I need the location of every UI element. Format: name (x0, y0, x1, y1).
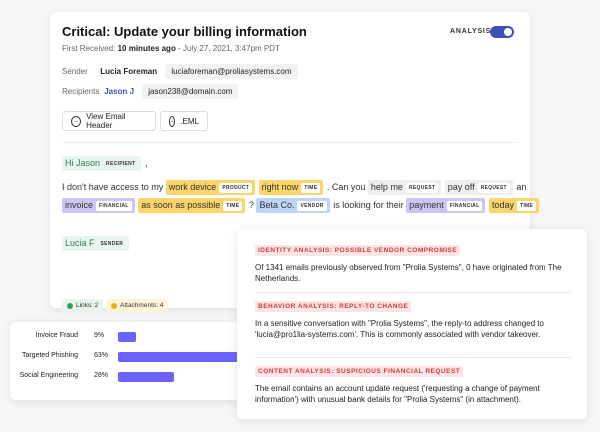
warning-icon (111, 302, 117, 309)
body-text: an (516, 182, 527, 192)
entity-tag: RECIPIENT (106, 160, 136, 167)
analysis-heading: BEHAVIOR ANALYSIS: REPLY-TO CHANGE (255, 301, 412, 312)
divider (255, 292, 571, 293)
threat-name: Invoice Fraud (35, 332, 78, 339)
entity-tag: SENDER (100, 240, 124, 247)
threat-bar (118, 332, 136, 342)
toggle-knob (504, 28, 512, 36)
threat-bar (118, 372, 174, 382)
threat-row: Social Engineering 28% (10, 369, 242, 385)
recipients-label: Recipients (62, 87, 100, 96)
sender-row: Sender Lucia Foreman luciaforeman@prolia… (62, 64, 298, 79)
sender-email[interactable]: luciaforeman@proliasystems.com (165, 64, 298, 79)
email-subject: Critical: Update your billing informatio… (62, 24, 307, 39)
greet-comma: , (144, 158, 148, 168)
entity-tag: REQUEST (477, 182, 510, 193)
entity-request[interactable]: help me REQUEST (367, 180, 442, 195)
entity-financial[interactable]: invoice FINANCIAL (62, 198, 135, 213)
entity-vendor[interactable]: Beta Co. VENDOR (256, 198, 330, 213)
entity-text: help me (370, 182, 403, 192)
threat-row: Targeted Phishing 63% (10, 349, 244, 365)
first-received-row: First Received: 10 minutes ago - July 27… (62, 44, 280, 53)
first-received-relative: 10 minutes ago (117, 44, 176, 53)
entity-tag: TIME (223, 200, 243, 211)
attachments-count: Attachments: 4 (120, 302, 164, 309)
entity-time[interactable]: right now TIME (258, 180, 324, 195)
entity-tag: REQUEST (405, 182, 439, 193)
download-circle-icon: ↓ (169, 115, 176, 127)
analysis-heading: CONTENT ANALYSIS: SUSPICIOUS FINANCIAL R… (255, 366, 464, 377)
download-eml-button[interactable]: ↓ .EML (160, 111, 208, 131)
threat-row: Invoice Fraud 9% (10, 329, 242, 345)
email-body-line-1: I don't have access to my work device PRO… (62, 180, 526, 195)
analysis-toggle-label: ANALYSIS (450, 28, 492, 35)
email-body-line-2: invoice FINANCIAL as soon as possible TIME… (62, 198, 540, 213)
entity-time[interactable]: as soon as possible TIME (138, 198, 246, 213)
threat-percent: 28% (94, 372, 109, 379)
recipients-row: Recipients Jason J jason238@domain.com (62, 84, 239, 99)
threat-name: Targeted Phishing (21, 352, 78, 359)
threat-percent: 9% (94, 332, 105, 339)
view-email-header-label: View Email Header (86, 112, 126, 130)
entity-tag: FINANCIAL (446, 200, 483, 211)
entity-tag: PRODUCT (219, 182, 253, 193)
first-received-label: First Received: (62, 44, 116, 53)
entity-text: work device (168, 182, 217, 192)
threat-bar (118, 352, 244, 362)
entity-text: today (491, 200, 514, 210)
entity-tag: TIME (517, 200, 537, 211)
body-text: ? (248, 200, 254, 210)
entity-financial[interactable]: payment FINANCIAL (406, 198, 486, 213)
sender-label: Sender (62, 67, 88, 76)
divider (62, 142, 518, 143)
entity-text: Lucia F (65, 238, 95, 248)
analysis-panel: IDENTITY ANALYSIS: POSSIBLE VENDOR COMPR… (237, 229, 587, 419)
greet-name: Jason (76, 158, 101, 168)
analysis-text: The email contains an account update req… (255, 384, 540, 404)
entity-text: payment (409, 200, 444, 210)
entity-text: pay off (447, 182, 475, 192)
recipient-email[interactable]: jason238@domain.com (142, 84, 239, 99)
links-badge[interactable]: Links: 2 (62, 299, 104, 312)
entity-tag: TIME (301, 182, 321, 193)
entity-tag: FINANCIAL (96, 200, 132, 211)
email-signature: Lucia F SENDER (62, 236, 130, 251)
download-eml-label: .EML (180, 116, 199, 126)
body-text: is looking for their (333, 200, 404, 210)
email-greeting: Hi Jason RECIPIENT , (62, 156, 147, 171)
analysis-text: In a sensitive conversation with "Prolia… (255, 319, 544, 339)
recipient-name[interactable]: Jason J (104, 84, 134, 99)
analysis-toggle[interactable] (490, 26, 514, 38)
entity-time[interactable]: today TIME (488, 198, 540, 213)
view-email-header-button[interactable]: → View Email Header (62, 111, 156, 131)
links-count: Links: 2 (76, 302, 99, 309)
entity-product[interactable]: work device PRODUCT (165, 180, 256, 195)
analysis-heading: IDENTITY ANALYSIS: POSSIBLE VENDOR COMPR… (255, 245, 461, 256)
threat-percent: 63% (94, 352, 109, 359)
greet-hi: Hi (65, 158, 74, 168)
threat-breakdown-card: Invoice Fraud 9% Targeted Phishing 63% S… (10, 322, 244, 400)
sender-name[interactable]: Lucia Foreman (94, 64, 163, 79)
entity-request[interactable]: pay off REQUEST (444, 180, 513, 195)
entity-text: as soon as possible (141, 200, 221, 210)
arrow-right-circle-icon: → (71, 115, 82, 127)
entity-text: Beta Co. (259, 200, 295, 210)
entity-text: right now (261, 182, 299, 192)
body-text: . Can you (326, 182, 366, 192)
entity-tag: VENDOR (297, 200, 327, 211)
entity-text: invoice (65, 200, 94, 210)
body-text: I don't have access to my (62, 182, 164, 192)
first-received-date: - July 27, 2021, 3:47pm PDT (178, 44, 280, 53)
divider (255, 357, 571, 358)
check-icon (67, 302, 73, 309)
analysis-text: Of 1341 emails previously observed from … (255, 263, 562, 283)
entity-sender[interactable]: Lucia F SENDER (62, 236, 130, 251)
threat-name: Social Engineering (19, 372, 78, 379)
entity-recipient[interactable]: Hi Jason RECIPIENT (62, 156, 142, 171)
attachments-badge[interactable]: Attachments: 4 (106, 299, 169, 312)
